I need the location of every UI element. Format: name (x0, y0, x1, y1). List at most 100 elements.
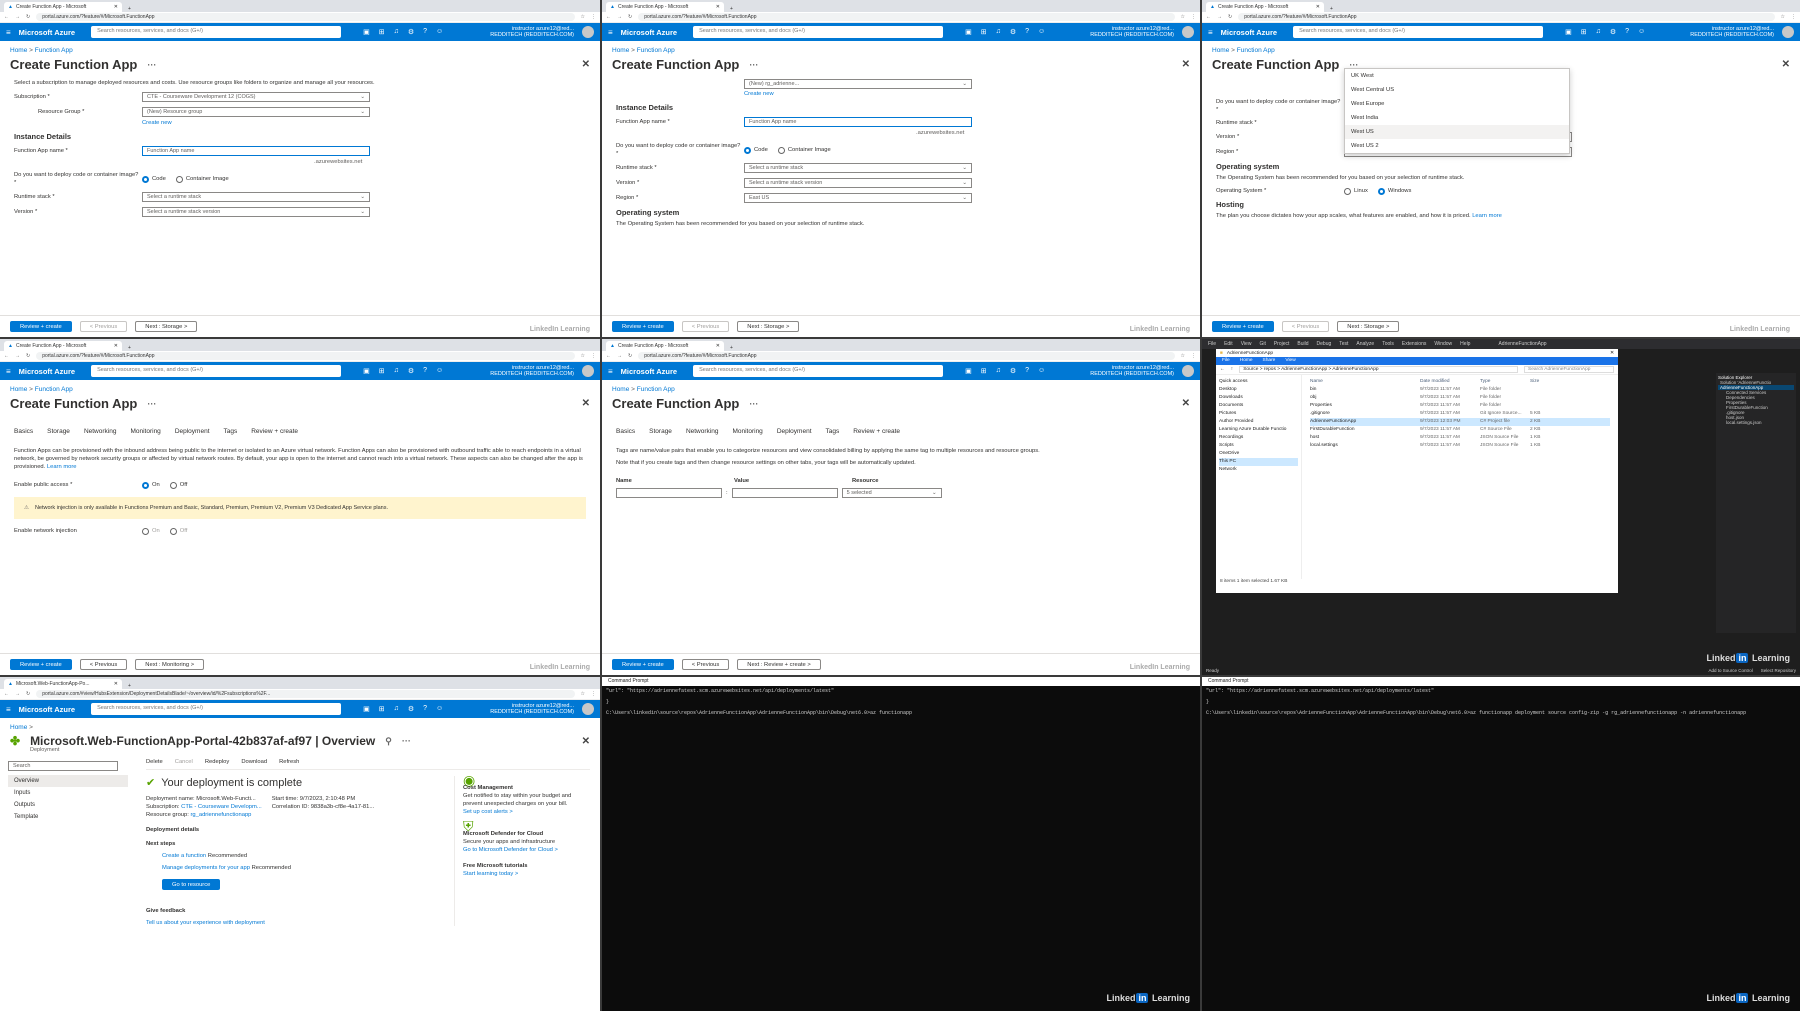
review-create-button[interactable]: Review + create (612, 659, 674, 670)
review-create-button[interactable]: Review + create (612, 321, 674, 332)
next-button[interactable]: Next : Storage > (135, 321, 198, 332)
nav-item[interactable]: Author Provided (1219, 418, 1298, 426)
gear-icon[interactable]: ⚙ (408, 705, 414, 713)
feedback-icon[interactable]: ☺ (1038, 28, 1045, 36)
more-icon[interactable]: ··· (749, 399, 758, 409)
azure-brand[interactable]: Microsoft Azure (19, 705, 75, 714)
azure-brand[interactable]: Microsoft Azure (1221, 28, 1277, 37)
code-radio[interactable]: Code (142, 175, 166, 183)
user-account[interactable]: instructor azure12@red... REDDITECH (REDD… (490, 703, 574, 715)
address-bar[interactable]: portal.azure.com/?feature/#/Microsoft.Fu… (36, 352, 575, 360)
close-icon[interactable]: ✕ (1182, 59, 1190, 70)
nav-item[interactable]: Recordings (1219, 434, 1298, 442)
nav-item[interactable]: OneDrive (1219, 450, 1298, 458)
close-tab-icon[interactable]: ✕ (716, 4, 720, 10)
region-option[interactable]: West US (1345, 125, 1569, 139)
forward-icon[interactable]: → (15, 691, 20, 697)
gear-icon[interactable]: ⚙ (1610, 28, 1616, 36)
gear-icon[interactable]: ⚙ (408, 367, 414, 375)
hamburger-icon[interactable]: ≡ (6, 705, 11, 714)
tutorials-link[interactable]: Start learning today > (463, 870, 590, 878)
star-icon[interactable]: ☆ (1781, 14, 1785, 20)
search-input[interactable]: Search resources, services, and docs (G+… (91, 365, 342, 377)
browser-tab[interactable]: ▲ Create Function App - Microsoft ✕ (606, 341, 724, 351)
directory-icon[interactable]: ⊞ (981, 28, 987, 36)
breadcrumb-home[interactable]: Home (10, 47, 27, 54)
next-button[interactable]: Next : Storage > (1337, 321, 1400, 332)
cloud-shell-icon[interactable]: ▣ (965, 28, 972, 36)
star-icon[interactable]: ☆ (581, 691, 585, 697)
feedback-icon[interactable]: ☺ (1038, 367, 1045, 375)
nav-item[interactable]: This PC (1219, 458, 1298, 466)
region-option[interactable]: West Central US (1345, 83, 1569, 97)
file-row[interactable]: host 9/7/2023 11:57 AM JSON Source File 1 K… (1310, 434, 1610, 442)
back-icon[interactable]: ← (606, 353, 611, 359)
reload-icon[interactable]: ↻ (26, 691, 30, 697)
toolbar-download[interactable]: Download (241, 759, 267, 765)
tab-monitoring[interactable]: Monitoring (130, 428, 160, 435)
close-tab-icon[interactable]: ✕ (716, 343, 720, 349)
nav-item[interactable]: Documents (1219, 402, 1298, 410)
previous-button[interactable]: < Previous (1281, 321, 1330, 332)
more-icon[interactable]: ··· (147, 399, 156, 409)
file-row[interactable]: AdrienneFunctionApp 9/7/2023 12:03 PM C# P… (1310, 418, 1610, 426)
reload-icon[interactable]: ↻ (26, 14, 30, 20)
breadcrumb-function-app[interactable]: Function App (35, 47, 73, 54)
toolbar-redeploy[interactable]: Redeploy (205, 759, 230, 765)
explorer-search[interactable]: Search AdrienneFunctionApp (1524, 366, 1614, 373)
previous-button[interactable]: < Previous (681, 321, 730, 332)
vs-menu-item[interactable]: Edit (1224, 341, 1233, 347)
user-account[interactable]: instructor azure12@red... REDDITECH (REDD… (490, 365, 574, 377)
search-input[interactable]: Search resources, services, and docs (G+… (91, 703, 342, 715)
nav-item-inputs[interactable]: Inputs (8, 787, 128, 799)
browser-tab[interactable]: ▲ Create Function App - Microsoft ✕ (4, 2, 122, 12)
bell-icon[interactable]: ♫ (996, 28, 1001, 36)
directory-icon[interactable]: ⊞ (379, 367, 385, 375)
nav-item-outputs[interactable]: Outputs (8, 799, 128, 811)
on-radio[interactable]: On (142, 481, 160, 489)
off-radio[interactable]: Off (169, 527, 187, 535)
hamburger-icon[interactable]: ≡ (608, 367, 613, 376)
menu-icon[interactable]: ⋮ (1791, 14, 1796, 20)
runtime-stack-select[interactable]: Select a runtime stack ⌄ (744, 163, 972, 173)
help-icon[interactable]: ? (1625, 28, 1629, 36)
hamburger-icon[interactable]: ≡ (6, 28, 11, 37)
close-icon[interactable]: ✕ (582, 59, 590, 70)
command-prompt[interactable]: Command Prompt "url": "https://adriennef… (602, 677, 1200, 1011)
close-tab-icon[interactable]: ✕ (114, 343, 118, 349)
star-icon[interactable]: ☆ (581, 353, 585, 359)
menu-icon[interactable]: ⋮ (591, 353, 596, 359)
nav-item[interactable]: Scripts (1219, 442, 1298, 450)
tab-storage[interactable]: Storage (47, 428, 70, 435)
version-select[interactable]: Select a runtime stack version ⌄ (142, 207, 370, 217)
browser-tab[interactable]: ▲ Create Function App - Microsoft ✕ (1206, 2, 1324, 12)
subscription-select[interactable]: CTE - Courseware Development 12 (COGS) ⌄ (142, 92, 370, 102)
help-icon[interactable]: ? (423, 367, 427, 375)
nav-item[interactable]: Network (1219, 466, 1298, 474)
tab-networking[interactable]: Networking (686, 428, 719, 435)
avatar[interactable] (1182, 365, 1194, 377)
vs-menu-item[interactable]: View (1241, 341, 1252, 347)
forward-icon[interactable]: → (617, 14, 622, 20)
version-select[interactable]: Select a runtime stack version ⌄ (744, 178, 972, 188)
azure-brand[interactable]: Microsoft Azure (19, 367, 75, 376)
user-account[interactable]: instructor azure12@red... REDDITECH (REDD… (1690, 26, 1774, 38)
more-icon[interactable]: ··· (402, 736, 411, 746)
breadcrumb-function-app[interactable]: Function App (35, 386, 73, 393)
avatar[interactable] (582, 365, 594, 377)
ribbon-tab[interactable]: Share (1263, 358, 1276, 364)
toolbar-cancel[interactable]: Cancel (175, 759, 193, 765)
vs-menu-item[interactable]: Test (1339, 341, 1348, 347)
nav-item[interactable]: Learning Azure Durable Functio (1219, 426, 1298, 434)
nav-item-template[interactable]: Template (8, 811, 128, 823)
breadcrumb-home[interactable]: Home (10, 386, 27, 393)
address-bar[interactable]: portal.azure.com/?feature/#/Microsoft.Fu… (36, 13, 575, 21)
next-button[interactable]: Next : Review + create > (737, 659, 821, 670)
tab-basics[interactable]: Basics (616, 428, 635, 435)
help-icon[interactable]: ? (1025, 28, 1029, 36)
feedback-icon[interactable]: ☺ (1638, 28, 1645, 36)
previous-button[interactable]: < Previous (79, 659, 128, 670)
feedback-icon[interactable]: ☺ (436, 705, 443, 713)
ribbon-tab[interactable]: File (1222, 358, 1230, 364)
menu-icon[interactable]: ⋮ (591, 691, 596, 697)
